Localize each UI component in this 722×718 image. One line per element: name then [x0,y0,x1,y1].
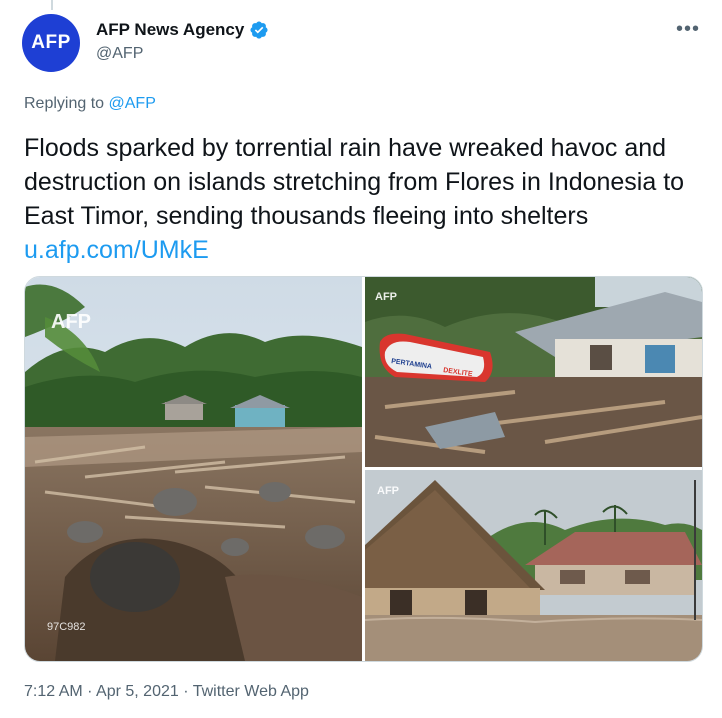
photo-flooded-hut-image [365,470,702,661]
photo-damaged-house-image: PERTAMINA DEXLITE [365,277,702,467]
verified-badge-icon [250,21,268,39]
meta-separator: · [87,683,93,700]
tweet-client: Twitter Web App [192,683,309,700]
tweet-time[interactable]: 7:12 AM [24,683,83,700]
avatar-label: AFP [31,32,71,53]
photo-code: 97C982 [47,621,86,633]
author-handle[interactable]: @AFP [96,45,143,63]
author-name[interactable]: AFP News Agency [96,20,244,40]
afp-watermark: AFP [377,485,399,497]
tweet-text: Floods sparked by torrential rain have w… [24,131,714,267]
replying-to: Replying to @AFP [24,95,156,113]
tweet-link[interactable]: u.afp.com/UMkE [24,236,209,264]
meta-separator: · [183,683,189,700]
replying-to-link[interactable]: @AFP [109,95,156,112]
photo-flood-debris[interactable]: AFP 97C982 [25,277,362,661]
author-name-row: AFP News Agency [96,20,269,40]
thread-connector-line [51,0,53,10]
tweet-meta: 7:12 AM · Apr 5, 2021 · Twitter Web App [24,683,309,701]
photo-damaged-house[interactable]: PERTAMINA DEXLITE AFP [365,277,702,467]
tweet-body: Floods sparked by torrential rain have w… [24,134,685,230]
afp-watermark: AFP [375,291,397,303]
afp-watermark: AFP [51,311,91,333]
more-options-icon[interactable]: ••• [676,18,700,41]
photo-flood-debris-image [25,277,362,661]
replying-prefix: Replying to [24,95,105,112]
avatar[interactable]: AFP [22,14,80,72]
photo-flooded-hut[interactable]: AFP [365,470,702,661]
media-grid: AFP 97C982 PERTAMINA DEXLITE AFP AFP [24,276,703,662]
tweet-date[interactable]: Apr 5, 2021 [96,683,179,700]
